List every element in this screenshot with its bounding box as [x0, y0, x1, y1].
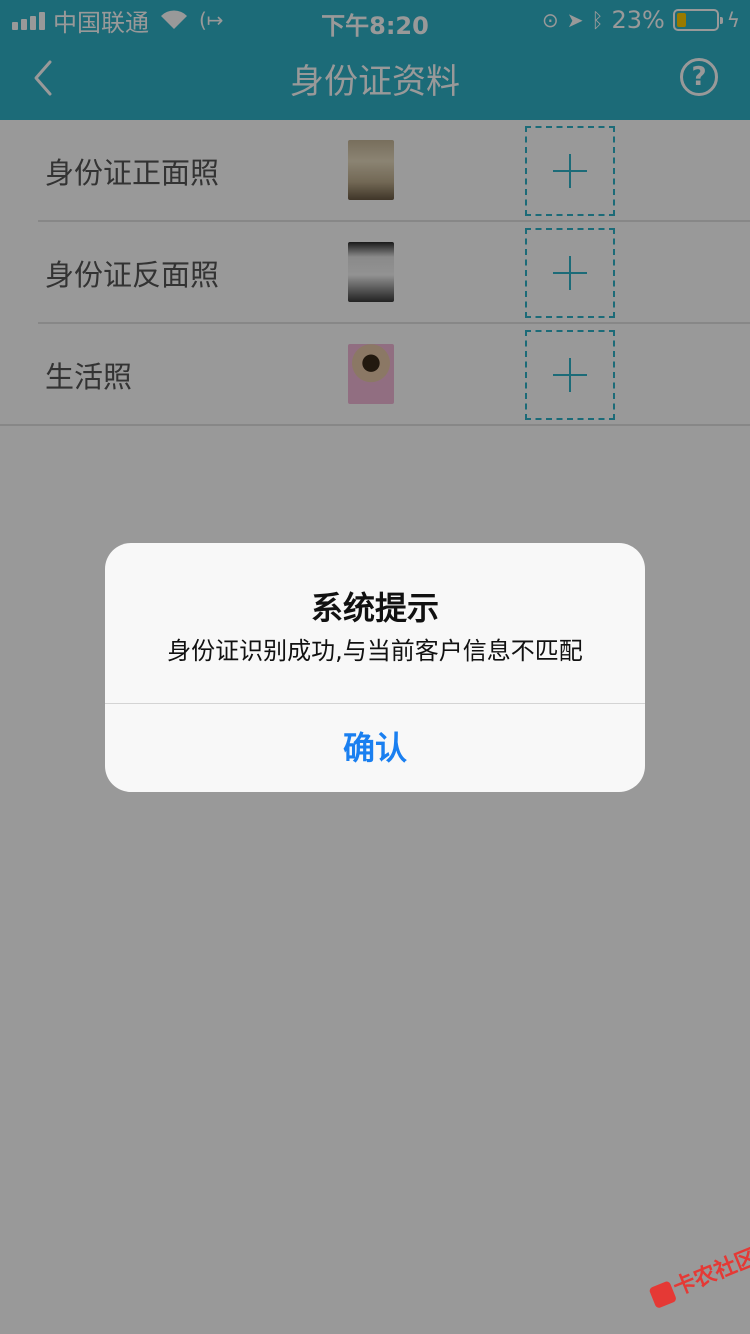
- alert-title: 系统提示: [310, 589, 439, 627]
- alert-dialog: 系统提示 身份证识别成功,与当前客户信息不匹配 确认: [105, 543, 645, 792]
- confirm-button[interactable]: 确认: [105, 704, 645, 792]
- alert-message: 身份证识别成功,与当前客户信息不匹配: [167, 637, 583, 665]
